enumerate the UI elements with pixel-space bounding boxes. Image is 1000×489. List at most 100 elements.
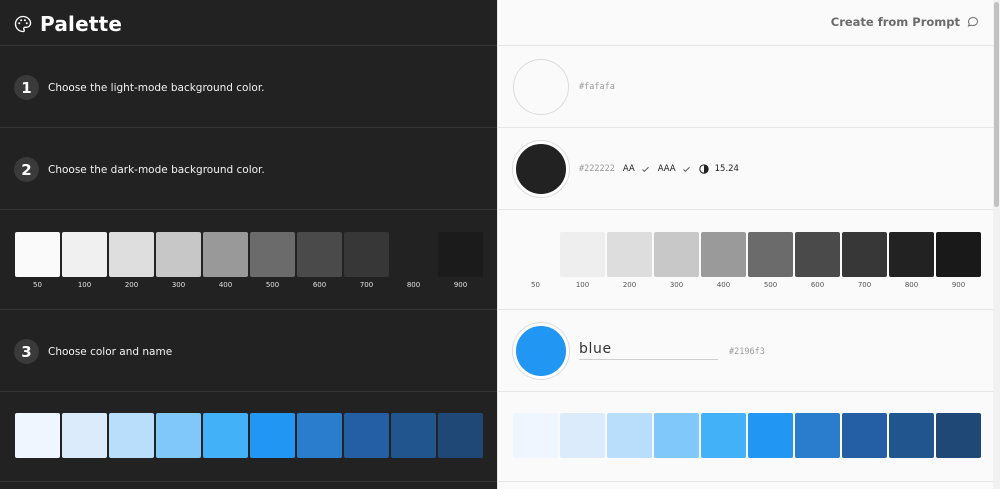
primary-color-row: #2196f3 [498,310,993,392]
blue-dark-swatch-4[interactable] [203,413,248,458]
step-2-row: 2 Choose the dark-mode background color. [0,128,497,210]
gray-light-label-300: 300 [669,281,684,289]
dark-bg-swatch[interactable] [513,141,569,197]
gray-light-label-400: 400 [716,281,731,289]
gray-dark-label-600: 600 [312,281,327,289]
contrast-icon [698,164,709,174]
gray-dark-swatch-700[interactable] [344,232,389,277]
step-number: 3 [14,339,39,364]
blue-light-swatch-8[interactable] [889,413,934,458]
gray-light-label-100: 100 [575,281,590,289]
gray-dark-label-500: 500 [265,281,280,289]
gray-dark-label-900: 900 [453,281,468,289]
primary-color-swatch[interactable] [513,323,569,379]
primary-hex: #2196f3 [729,347,765,357]
step-1: 1 Choose the light-mode background color… [14,75,265,100]
gray-dark-label-50: 50 [33,281,42,289]
gray-light-swatch-700[interactable] [842,232,887,277]
gray-dark-label-800: 800 [406,281,421,289]
header-row: Palette [0,0,497,46]
blue-dark-swatch-8[interactable] [391,413,436,458]
gray-dark-swatch-50[interactable] [15,232,60,277]
blue-light-swatch-4[interactable] [701,413,746,458]
gray-dark-label-700: 700 [359,281,374,289]
blue-light-swatch-9[interactable] [936,413,981,458]
step-3-row: 3 Choose color and name [0,310,497,392]
gray-light-label-900: 900 [951,281,966,289]
step-number: 1 [14,75,39,100]
light-panel: Create from Prompt #fafafa #222222 AA AA… [497,0,993,489]
contrast-info: #222222 AA AAA 15.24 [579,164,739,174]
gray-dark-swatch-100[interactable] [62,232,107,277]
dark-bg-row: #222222 AA AAA 15.24 [498,128,993,210]
gray-dark-label-100: 100 [77,281,92,289]
blue-light-swatch-0[interactable] [513,413,558,458]
scrollbar-thumb[interactable] [994,2,999,207]
dark-panel: Palette 1 Choose the light-mode backgrou… [0,0,497,489]
dark-bg-hex: #222222 [579,164,615,174]
gray-dark-swatch-300[interactable] [156,232,201,277]
step-3: 3 Choose color and name [14,339,172,364]
create-from-prompt-label: Create from Prompt [830,15,960,29]
gray-dark-swatch-600[interactable] [297,232,342,277]
gray-dark-swatch-400[interactable] [203,232,248,277]
gray-dark-swatch-500[interactable] [250,232,295,277]
blue-light-swatch-5[interactable] [748,413,793,458]
gray-light-swatch-300[interactable] [654,232,699,277]
gray-light-swatch-100[interactable] [560,232,605,277]
header-row: Create from Prompt [498,0,993,46]
blue-dark-swatch-7[interactable] [344,413,389,458]
brand: Palette [14,12,122,36]
aa-label: AA [622,164,635,174]
create-from-prompt-button[interactable]: Create from Prompt [831,15,979,29]
blue-dark-swatch-9[interactable] [438,413,483,458]
step-label: Choose color and name [48,345,173,358]
palette-icon [14,15,32,33]
gray-light-swatch-800[interactable] [889,232,934,277]
step-2: 2 Choose the dark-mode background color. [14,157,265,182]
gray-dark-swatch-200[interactable] [109,232,154,277]
gray-dark-label-400: 400 [218,281,233,289]
step-label: Choose the dark-mode background color. [48,163,265,176]
blue-scale-row [498,392,993,482]
chat-bubble-icon [967,16,979,27]
step-1-row: 1 Choose the light-mode background color… [0,46,497,128]
color-name-input[interactable] [579,338,718,360]
gray-light-label-700: 700 [857,281,872,289]
blue-dark-swatch-2[interactable] [109,413,154,458]
gray-light-swatch-900[interactable] [936,232,981,277]
gray-light-swatch-200[interactable] [607,232,652,277]
blue-light-swatch-7[interactable] [842,413,887,458]
blue-light-swatch-6[interactable] [795,413,840,458]
light-bg-swatch[interactable] [513,59,569,115]
gray-light-swatch-600[interactable] [795,232,840,277]
blue-light-swatch-1[interactable] [560,413,605,458]
gray-dark-label-200: 200 [124,281,139,289]
gray-light-label-50: 50 [531,281,540,289]
gray-light-label-500: 500 [763,281,778,289]
blue-light-swatch-2[interactable] [607,413,652,458]
blue-light-swatch-3[interactable] [654,413,699,458]
check-icon [682,166,690,172]
blue-scale-row [0,392,497,482]
light-bg-hex: #fafafa [579,82,615,92]
gray-light-swatch-500[interactable] [748,232,793,277]
gray-light-label-200: 200 [622,281,637,289]
gray-dark-label-300: 300 [171,281,186,289]
gray-light-label-600: 600 [810,281,825,289]
gray-light-swatch-400[interactable] [701,232,746,277]
gray-dark-swatch-900[interactable] [438,232,483,277]
scrollbar[interactable] [993,0,1000,489]
blue-dark-swatch-3[interactable] [156,413,201,458]
step-label: Choose the light-mode background color. [48,81,265,94]
check-icon [641,166,649,172]
gray-scale-row: 50 100 200 300 400 500 600 700 800 900 [0,210,497,310]
step-number: 2 [14,157,39,182]
blue-dark-swatch-0[interactable] [15,413,60,458]
light-bg-row: #fafafa [498,46,993,128]
contrast-ratio: 15.24 [714,164,739,174]
blue-dark-swatch-5[interactable] [250,413,295,458]
blue-dark-swatch-1[interactable] [62,413,107,458]
gray-light-label-800: 800 [904,281,919,289]
blue-dark-swatch-6[interactable] [297,413,342,458]
